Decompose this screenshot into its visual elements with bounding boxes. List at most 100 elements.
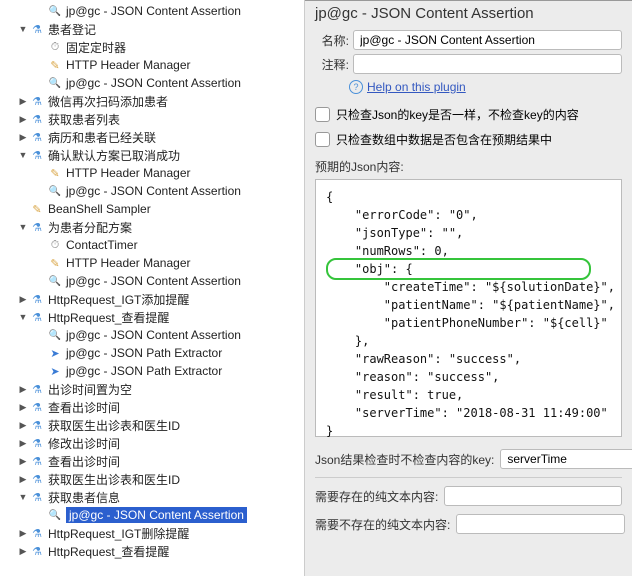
tree-item-label: HttpRequest_查看提醒 <box>48 309 169 326</box>
tree-item[interactable]: HTTP Header Manager <box>0 56 304 74</box>
flask-icon <box>30 22 44 36</box>
disclosure-arrow-icon[interactable] <box>18 474 28 484</box>
timer-icon <box>48 40 62 54</box>
need-exist-label: 需要存在的纯文本内容: <box>315 488 438 505</box>
disclosure-arrow-icon[interactable] <box>18 150 28 160</box>
name-input[interactable] <box>353 30 622 50</box>
tree-item-label: 获取患者信息 <box>48 489 120 506</box>
tree-item[interactable]: jp@gc - JSON Content Assertion <box>0 74 304 92</box>
tree-item[interactable]: jp@gc - JSON Path Extractor <box>0 362 304 380</box>
tree-item-label: 查看出诊时间 <box>48 453 120 470</box>
tree-item[interactable]: jp@gc - JSON Content Assertion <box>0 506 304 524</box>
tree-item-label: jp@gc - JSON Content Assertion <box>66 4 241 18</box>
tree-item-label: 获取医生出诊表和医生ID <box>48 417 180 434</box>
tree-item[interactable]: jp@gc - JSON Content Assertion <box>0 2 304 20</box>
need-exist-input[interactable] <box>444 486 622 506</box>
disclosure-arrow-icon[interactable] <box>18 222 28 232</box>
tree-item[interactable]: jp@gc - JSON Content Assertion <box>0 182 304 200</box>
tree-item[interactable]: BeanShell Sampler <box>0 200 304 218</box>
disclosure-arrow-icon[interactable] <box>18 312 28 322</box>
tree-item[interactable]: jp@gc - JSON Content Assertion <box>0 272 304 290</box>
tree-item[interactable]: 获取医生出诊表和医生ID <box>0 470 304 488</box>
tree-item-label: 为患者分配方案 <box>48 219 132 236</box>
tree-item[interactable]: 获取患者列表 <box>0 110 304 128</box>
tree-item[interactable]: 患者登记 <box>0 20 304 38</box>
disclosure-arrow-icon[interactable] <box>18 294 28 304</box>
tree-item[interactable]: 修改出诊时间 <box>0 434 304 452</box>
disclosure-arrow-icon[interactable] <box>18 132 28 142</box>
need-notexist-input[interactable] <box>456 514 625 534</box>
expected-json-textarea[interactable]: { "errorCode": "0", "jsonType": "", "num… <box>315 179 622 437</box>
comment-input[interactable] <box>353 54 622 74</box>
json-line: "patientName": "${patientName}", <box>326 296 611 314</box>
ignore-key-input[interactable] <box>500 449 632 469</box>
check-array-contains[interactable] <box>315 132 330 147</box>
json-line: "result": true, <box>326 386 611 404</box>
tree-item[interactable]: ContactTimer <box>0 236 304 254</box>
disclosure-arrow-icon[interactable] <box>18 492 28 502</box>
tree-item[interactable]: 固定定时器 <box>0 38 304 56</box>
disclosure-arrow-icon[interactable] <box>18 438 28 448</box>
tree-item[interactable]: 查看出诊时间 <box>0 452 304 470</box>
tree-item[interactable]: HttpRequest_查看提醒 <box>0 542 304 560</box>
mag-icon <box>48 184 62 198</box>
tree-item-label: 获取患者列表 <box>48 111 120 128</box>
hdr-icon <box>48 58 62 72</box>
tree-item[interactable]: 获取患者信息 <box>0 488 304 506</box>
flask-icon <box>30 112 44 126</box>
tree-item-label: 修改出诊时间 <box>48 435 120 452</box>
tree-item[interactable]: HttpRequest_IGT添加提醒 <box>0 290 304 308</box>
check-only-keys[interactable] <box>315 107 330 122</box>
disclosure-arrow-icon[interactable] <box>18 456 28 466</box>
disclosure-arrow-icon[interactable] <box>18 96 28 106</box>
flask-icon <box>30 130 44 144</box>
tree-item[interactable]: 获取医生出诊表和医生ID <box>0 416 304 434</box>
json-line: "serverTime": "2018-08-31 11:49:00" <box>326 404 611 422</box>
tree-item[interactable]: HttpRequest_查看提醒 <box>0 308 304 326</box>
tree-item[interactable]: jp@gc - JSON Path Extractor <box>0 344 304 362</box>
tree-item[interactable]: 出诊时间置为空 <box>0 380 304 398</box>
disclosure-arrow-icon[interactable] <box>18 420 28 430</box>
tree-item[interactable]: 为患者分配方案 <box>0 218 304 236</box>
check-array-contains-label: 只检查数组中数据是否包含在预期结果中 <box>336 131 552 148</box>
json-line: } <box>326 422 611 440</box>
tree-item-label: jp@gc - JSON Content Assertion <box>66 184 241 198</box>
json-line: }, <box>326 332 611 350</box>
help-icon: ? <box>349 80 363 94</box>
tree-item[interactable]: 微信再次扫码添加患者 <box>0 92 304 110</box>
flask-icon <box>30 454 44 468</box>
json-line: "numRows": 0, <box>326 242 611 260</box>
flask-icon <box>30 148 44 162</box>
tree-item[interactable]: HTTP Header Manager <box>0 254 304 272</box>
tree-item-label: HTTP Header Manager <box>66 58 191 72</box>
tree-item-label: 出诊时间置为空 <box>48 381 132 398</box>
disclosure-arrow-icon[interactable] <box>18 546 28 556</box>
disclosure-arrow-icon[interactable] <box>18 384 28 394</box>
comment-label: 注释: <box>315 56 349 73</box>
tree-item[interactable]: 查看出诊时间 <box>0 398 304 416</box>
mag-icon <box>48 76 62 90</box>
mag-icon <box>48 274 62 288</box>
tree-item[interactable]: jp@gc - JSON Content Assertion <box>0 326 304 344</box>
expected-json-label: 预期的Json内容: <box>305 152 632 177</box>
disclosure-arrow-icon[interactable] <box>18 402 28 412</box>
detail-panel: jp@gc - JSON Content Assertion 名称: 注释: ?… <box>305 0 632 576</box>
tree-item[interactable]: 确认默认方案已取消成功 <box>0 146 304 164</box>
mag-icon <box>48 328 62 342</box>
disclosure-arrow-icon[interactable] <box>18 114 28 124</box>
name-label: 名称: <box>315 32 349 49</box>
disclosure-arrow-icon[interactable] <box>18 24 28 34</box>
mag-icon <box>48 508 62 522</box>
mag-icon <box>48 4 62 18</box>
flask-icon <box>30 436 44 450</box>
help-link[interactable]: Help on this plugin <box>367 80 466 94</box>
leaf-icon <box>30 202 44 216</box>
disclosure-arrow-icon[interactable] <box>18 528 28 538</box>
tree-item-label: HttpRequest_IGT删除提醒 <box>48 525 189 542</box>
tree-item-label: jp@gc - JSON Content Assertion <box>66 274 241 288</box>
json-line: "reason": "success", <box>326 368 611 386</box>
tree-item-label: jp@gc - JSON Content Assertion <box>66 76 241 90</box>
tree-item[interactable]: HttpRequest_IGT删除提醒 <box>0 524 304 542</box>
tree-item[interactable]: HTTP Header Manager <box>0 164 304 182</box>
tree-item[interactable]: 病历和患者已经关联 <box>0 128 304 146</box>
